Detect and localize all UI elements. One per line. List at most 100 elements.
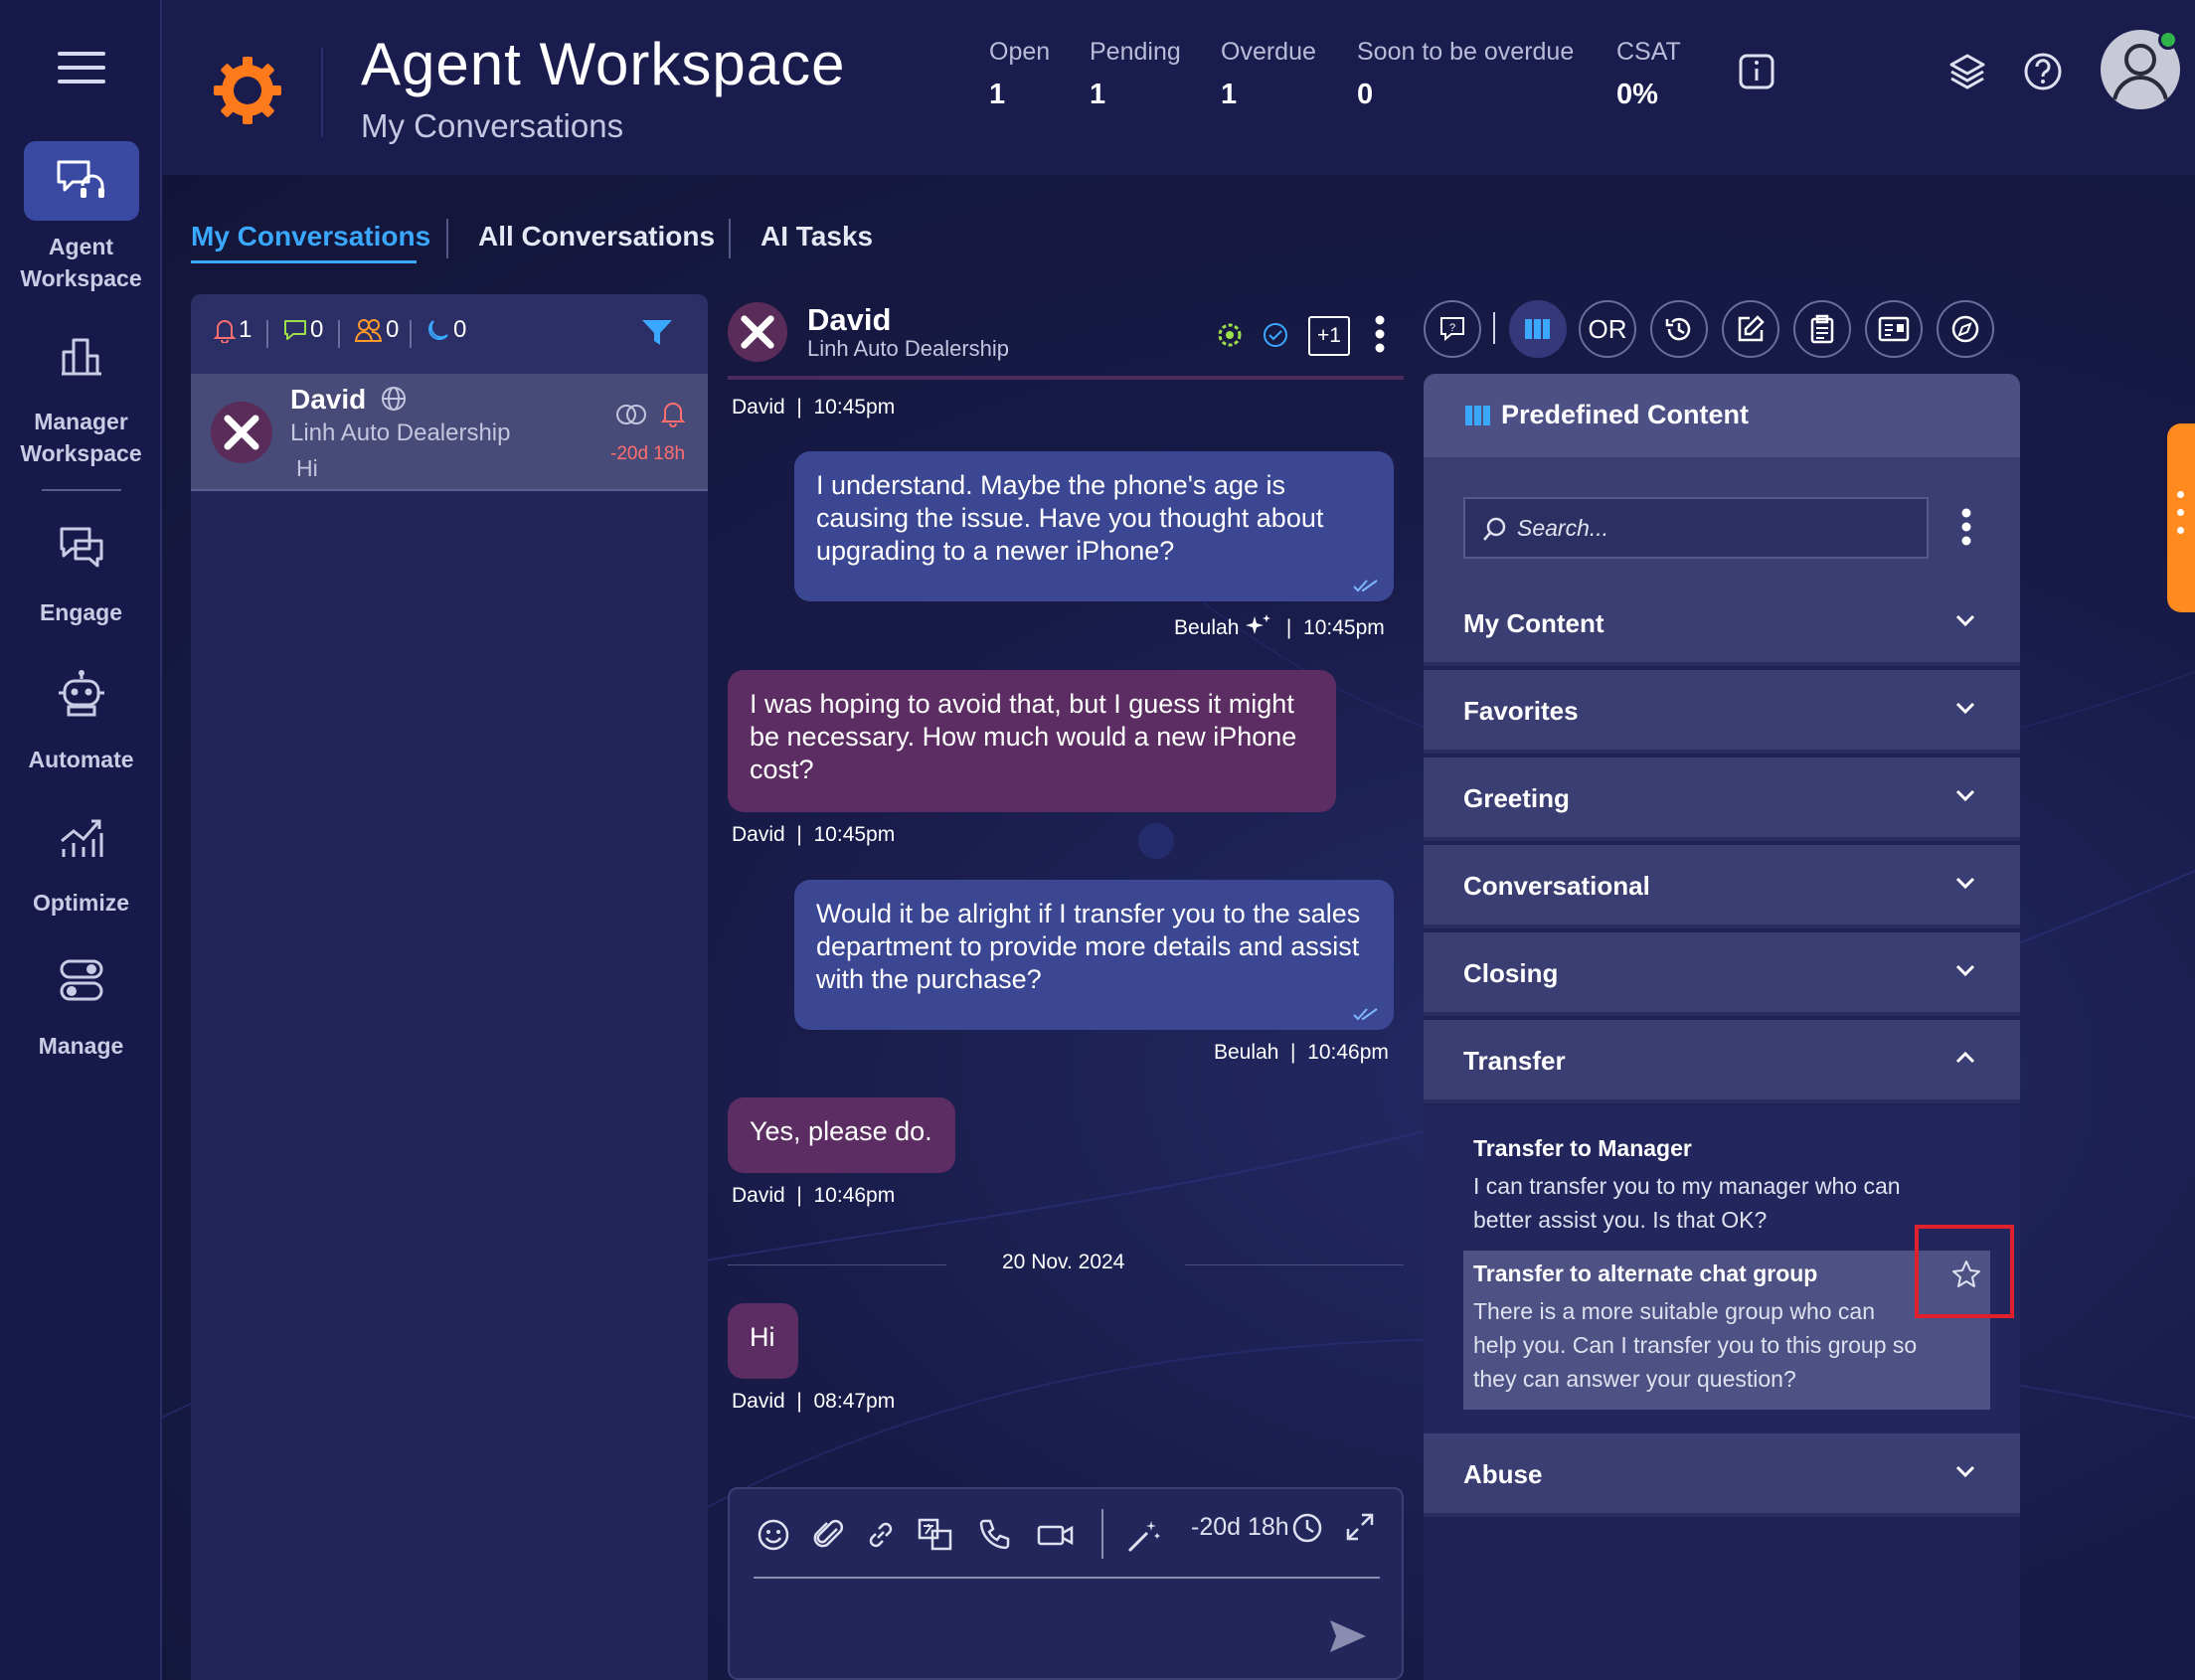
emoji-icon[interactable] [756,1517,795,1557]
tab-ai-tasks[interactable]: AI Tasks [760,221,873,252]
send-icon[interactable] [1326,1616,1370,1661]
channel-avatar [211,402,272,463]
phone-icon[interactable] [976,1517,1016,1557]
template-title[interactable]: Transfer to Manager [1473,1135,1692,1162]
bell-icon [213,320,237,343]
magic-wand-icon[interactable] [1123,1517,1163,1557]
nav-label: Manager Workspace [20,409,142,466]
layers-icon[interactable] [1945,50,1989,93]
template-title[interactable]: Transfer to alternate chat group [1473,1260,1817,1287]
or-button[interactable]: OR [1579,300,1636,358]
message-count[interactable]: 0 [282,316,323,344]
section-my-content[interactable]: My Content [1424,583,2020,666]
chat-header: David Linh Auto Dealership +1 [728,294,1404,376]
history-icon[interactable] [1650,300,1708,358]
nav-engage[interactable]: Engage [0,507,162,628]
template-description[interactable]: There is a more suitable group who can he… [1473,1294,1917,1396]
section-favorites[interactable]: Favorites [1424,670,2020,754]
date-separator: 20 Nov. 2024 [728,1251,1404,1280]
nav-label: Engage [39,599,123,625]
section-closing[interactable]: Closing [1424,932,2020,1016]
counter-separator [338,320,340,348]
linked-rings-icon [614,402,648,432]
predefined-content-icon[interactable] [1509,300,1567,358]
stat-open: Open 1 [989,38,1051,110]
stat-csat: CSAT 0% [1616,38,1681,110]
expand-icon[interactable] [1344,1511,1384,1551]
message-meta: David | 10:45pm [732,396,896,419]
nav-label: Manage [38,1033,124,1059]
predefined-content-icon [1465,406,1490,425]
help-icon[interactable] [2021,50,2065,93]
clock-icon [1290,1511,1330,1551]
app-header: Agent Workspace My Conversations Open 1 P… [162,0,2195,175]
chevron-down-icon [1955,1465,1975,1478]
panel-title: Predefined Content [1501,400,1750,429]
panel-header: Predefined Content [1424,374,2020,457]
tab-separator [729,219,731,258]
tab-all-conversations[interactable]: All Conversations [478,221,715,252]
chevron-down-icon [1955,877,1975,890]
search-input[interactable]: Search... [1463,497,1929,559]
toggles-icon [24,940,139,1020]
filter-icon[interactable] [640,316,674,355]
ai-sparkle-icon [1246,614,1271,634]
status-gear-icon[interactable] [1215,320,1245,355]
translate-icon[interactable] [917,1517,956,1557]
read-receipt-icon [1353,1008,1378,1021]
users-count[interactable]: 0 [354,316,399,344]
nav-agent-workspace[interactable]: Agent Workspace [0,141,162,294]
composer-separator [1101,1509,1103,1559]
canned-question-icon[interactable]: ? [1424,300,1481,358]
nav-manage[interactable]: Manage [0,940,162,1062]
nav-manager-workspace[interactable]: Manager Workspace [0,316,162,469]
section-conversational[interactable]: Conversational [1424,845,2020,928]
section-abuse[interactable]: Abuse [1424,1433,2020,1517]
brand-gear-logo-icon [212,55,283,126]
highlight-box [1915,1225,2014,1318]
headset-chat-icon [23,141,139,221]
left-navigation-rail: Agent Workspace Manager Workspace Engage A… [0,0,162,1680]
nav-automate[interactable]: Automate [0,654,162,775]
tab-my-conversations[interactable]: My Conversations [191,221,430,252]
edit-note-icon[interactable] [1722,300,1779,358]
svg-text:?: ? [1449,322,1455,334]
plus-one-badge[interactable]: +1 [1308,316,1350,356]
hamburger-menu-icon[interactable] [58,52,105,84]
nav-label: Automate [28,747,134,772]
contact-card-icon[interactable] [1865,300,1923,358]
check-circle-icon[interactable] [1261,320,1290,355]
search-placeholder: Search... [1517,515,1609,541]
chat-channel-avatar [728,302,787,362]
conversation-card[interactable]: David Linh Auto Dealership Hi -20d 18h [191,374,708,491]
section-transfer[interactable]: Transfer [1424,1020,2020,1103]
stat-overdue: Overdue 1 [1221,38,1316,110]
users-icon [354,319,383,342]
composer-input-underline[interactable] [754,1577,1380,1579]
away-count[interactable]: 0 [425,316,466,344]
chevron-down-icon [1955,964,1975,977]
rail-divider [42,489,121,491]
online-status-check-icon [2158,30,2178,50]
compass-icon[interactable] [1937,300,1994,358]
search-more-options-icon[interactable] [1960,507,1972,552]
building-icon [24,316,139,396]
conversation-list-panel: 1 0 0 0 David Linh Auto Dealership Hi -2… [191,294,708,1680]
link-icon[interactable] [863,1517,903,1557]
more-options-icon[interactable] [1374,314,1386,359]
section-greeting[interactable]: Greeting [1424,757,2020,841]
incoming-message: I was hoping to avoid that, but I guess … [728,670,1336,812]
paperclip-icon[interactable] [811,1517,851,1557]
side-drawer-handle[interactable] [2167,423,2195,612]
message-meta: Beulah | 10:45pm [1174,612,1385,640]
alert-count[interactable]: 1 [213,316,252,344]
template-description[interactable]: I can transfer you to my manager who can… [1473,1169,1901,1237]
chevron-down-icon [1955,789,1975,802]
counter-separator [410,320,412,348]
info-icon[interactable] [1735,50,1778,93]
x-logo-icon [741,315,774,349]
clipboard-icon[interactable] [1793,300,1851,358]
video-camera-icon[interactable] [1036,1517,1076,1557]
contact-name: David [290,384,408,416]
nav-optimize[interactable]: Optimize [0,797,162,919]
